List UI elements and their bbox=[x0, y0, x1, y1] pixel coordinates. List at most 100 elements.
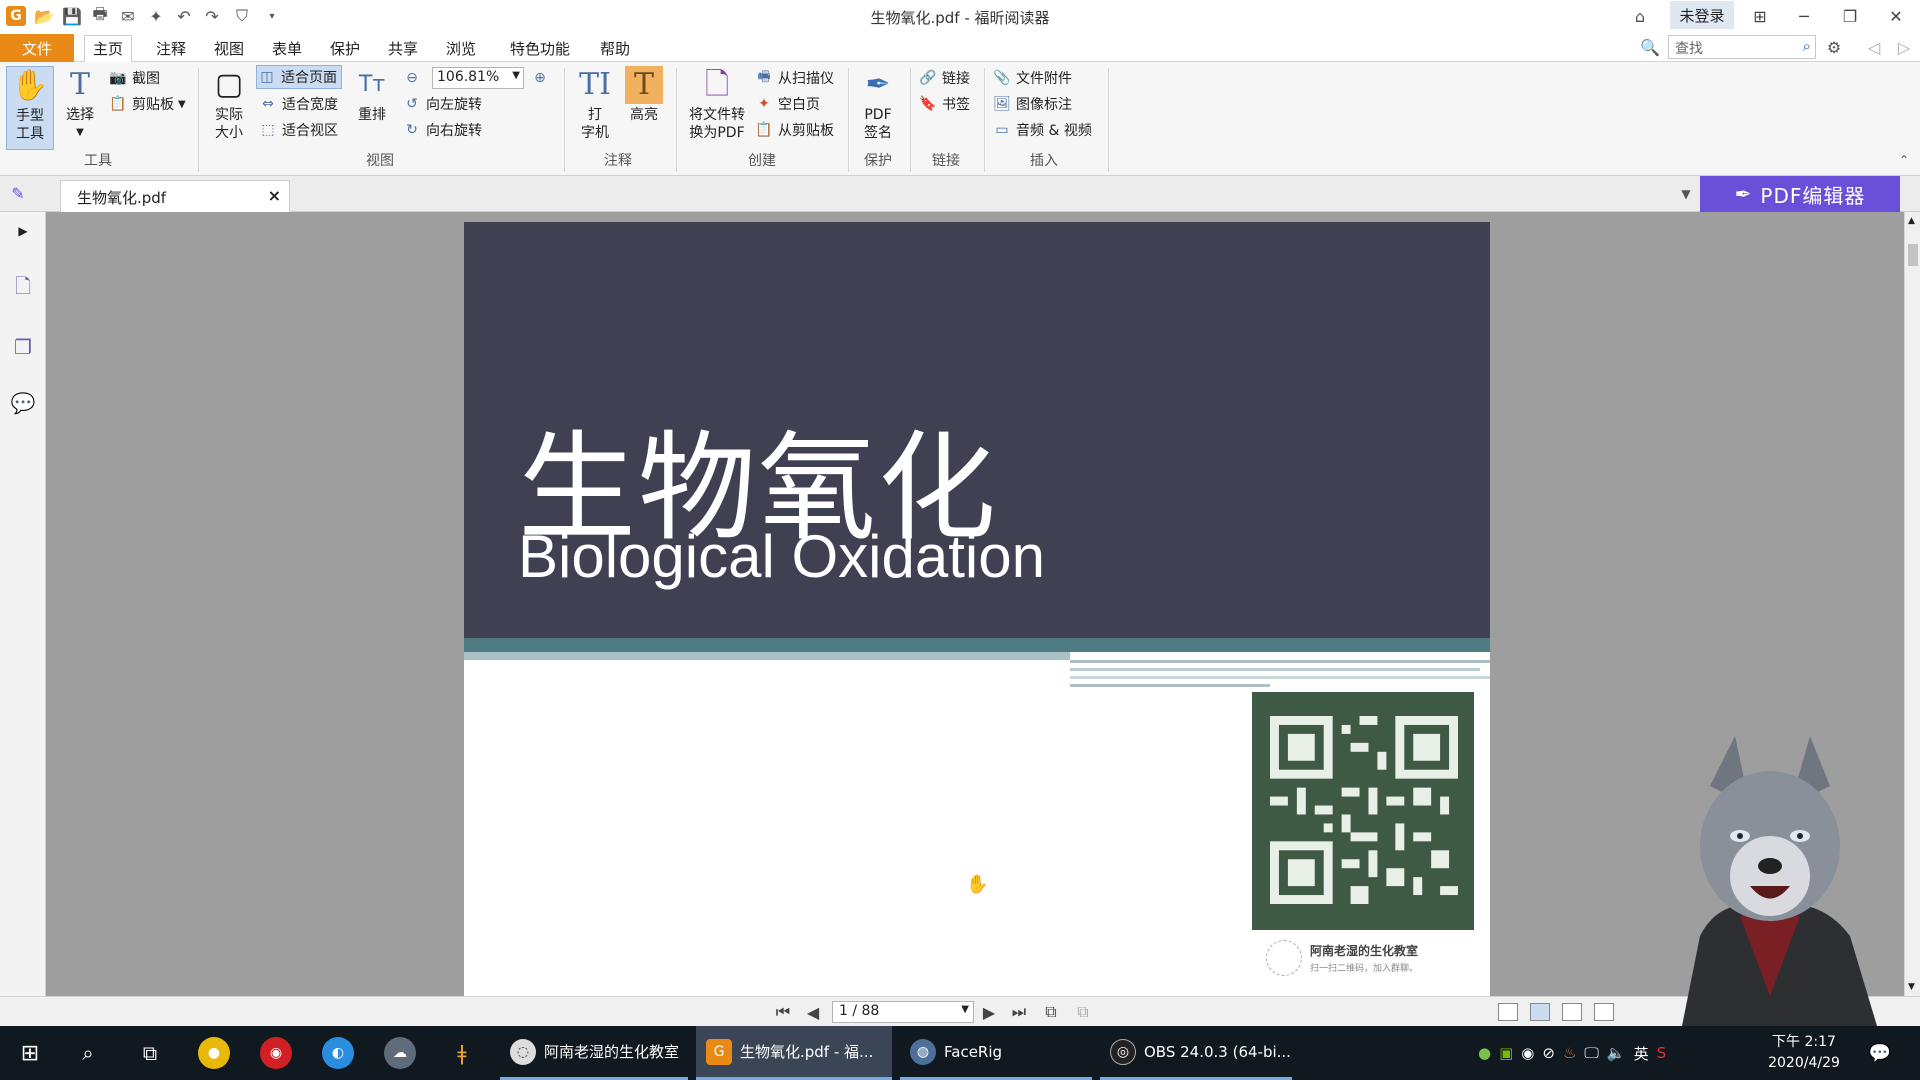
next-page-icon[interactable]: ▶ bbox=[978, 1001, 1000, 1023]
reflow-button[interactable]: Tт 重排 bbox=[352, 66, 392, 124]
sogou-ime-icon[interactable]: S bbox=[1657, 1044, 1667, 1062]
from-clipboard-button[interactable]: 📋 从剪贴板 bbox=[754, 118, 834, 142]
rotate-left-button[interactable]: ↺ 向左旋转 bbox=[402, 92, 482, 116]
taskbar-app-obs[interactable]: ◎ OBS 24.0.3 (64-bi... bbox=[1100, 1026, 1292, 1080]
steam-icon[interactable]: ◉ bbox=[1521, 1044, 1534, 1062]
notifications-icon[interactable]: 💬 bbox=[1864, 1037, 1896, 1069]
tab-view[interactable]: 视图 bbox=[206, 35, 252, 62]
network-icon[interactable]: 🖵 bbox=[1584, 1044, 1598, 1062]
collapse-ribbon-icon[interactable]: ⌃ bbox=[1894, 150, 1914, 170]
tab-list-dropdown-icon[interactable]: ▼ bbox=[1676, 184, 1696, 204]
back-icon[interactable]: ◁ bbox=[1864, 37, 1884, 57]
scroll-up-icon[interactable]: ▲ bbox=[1908, 216, 1915, 226]
continuous-facing-view-icon[interactable] bbox=[1594, 1003, 1614, 1021]
tray-app-icon[interactable]: ● bbox=[1478, 1044, 1491, 1062]
clipboard-button[interactable]: 📋 剪贴板 ▼ bbox=[108, 92, 185, 116]
from-scanner-button[interactable]: 🖷 从扫描仪 bbox=[754, 66, 834, 90]
search-icon[interactable]: ⌕ bbox=[72, 1037, 104, 1069]
zoom-select[interactable]: 106.81% ▼ bbox=[432, 67, 524, 89]
tab-browse[interactable]: 浏览 bbox=[438, 35, 484, 62]
app-icon[interactable]: ǂ bbox=[446, 1037, 478, 1069]
continuous-view-icon[interactable] bbox=[1530, 1003, 1550, 1021]
fit-visible-button[interactable]: ⬚ 适合视区 bbox=[258, 118, 338, 142]
previous-view-icon[interactable]: ⧉ bbox=[1040, 1001, 1062, 1023]
scroll-down-icon[interactable]: ▼ bbox=[1908, 982, 1915, 992]
tab-form[interactable]: 表单 bbox=[264, 35, 310, 62]
search-icon[interactable]: ⌕ bbox=[1803, 37, 1811, 55]
taskbar-clock[interactable]: 下午 2:17 2020/4/29 bbox=[1764, 1032, 1844, 1074]
tab-help[interactable]: 帮助 bbox=[592, 35, 638, 62]
login-button[interactable]: 未登录 bbox=[1670, 1, 1734, 29]
close-tab-icon[interactable]: × bbox=[268, 186, 281, 205]
facing-view-icon[interactable] bbox=[1562, 1003, 1582, 1021]
taskbar-app-foxit[interactable]: G 生物氧化.pdf - 福... bbox=[696, 1026, 892, 1080]
tray-app-icon[interactable]: ♨ bbox=[1563, 1044, 1576, 1062]
volume-icon[interactable]: 🔈 bbox=[1607, 1044, 1626, 1062]
audio-video-label: 音频 & 视频 bbox=[1016, 123, 1092, 139]
app-icon[interactable]: ☁ bbox=[384, 1037, 416, 1069]
fit-page-button[interactable]: ◫ 适合页面 bbox=[256, 65, 342, 89]
comments-panel-icon[interactable]: 💬 bbox=[10, 390, 36, 416]
expand-panel-icon[interactable]: ▶ bbox=[10, 218, 36, 244]
taskbar-app-facerig[interactable]: ◍ FaceRig bbox=[900, 1026, 1092, 1080]
task-view-icon[interactable]: ⧉ bbox=[134, 1037, 166, 1069]
netease-music-icon[interactable]: ◉ bbox=[260, 1037, 292, 1069]
nvidia-icon[interactable]: ▣ bbox=[1499, 1044, 1513, 1062]
vertical-scrollbar[interactable]: ▲ ▼ bbox=[1904, 212, 1920, 996]
actual-size-button[interactable]: ▢ 实际 大小 bbox=[208, 66, 250, 142]
edit-icon[interactable]: ✎ bbox=[8, 183, 28, 203]
tab-file[interactable]: 文件 bbox=[0, 34, 75, 62]
settings-icon[interactable]: ⚙ bbox=[1824, 37, 1844, 57]
image-annotation-button[interactable]: 🖼 图像标注 bbox=[992, 92, 1072, 116]
search-input[interactable]: 查找 ⌕ bbox=[1668, 35, 1816, 59]
taskbar-app-wechat-group[interactable]: ◌ 阿南老湿的生化教室 bbox=[500, 1026, 688, 1080]
share-icon[interactable]: ⌂ bbox=[1630, 6, 1650, 26]
forward-icon[interactable]: ▷ bbox=[1894, 37, 1914, 57]
find-options-icon[interactable]: 🔍 bbox=[1640, 37, 1660, 57]
file-attachment-button[interactable]: 📎 文件附件 bbox=[992, 66, 1072, 90]
screenshot-button[interactable]: 📷 截图 bbox=[108, 66, 160, 90]
group-label-create: 创建 bbox=[748, 153, 776, 169]
tab-share[interactable]: 共享 bbox=[380, 35, 426, 62]
bookmark-button[interactable]: 🔖 书签 bbox=[918, 92, 970, 116]
tab-home[interactable]: 主页 bbox=[84, 35, 133, 62]
last-page-icon[interactable]: ⏭ bbox=[1008, 1001, 1030, 1023]
document-view[interactable]: 生物氧化 Biological Oxidation 阿南老湿的生化教室 扫一扫二… bbox=[46, 212, 1904, 996]
browser-icon[interactable]: ◐ bbox=[322, 1037, 354, 1069]
zoom-out-button[interactable]: ⊖ bbox=[402, 66, 426, 90]
ime-indicator[interactable]: 英 bbox=[1634, 1043, 1649, 1064]
tab-comment[interactable]: 注释 bbox=[148, 35, 194, 62]
windows-start-icon[interactable]: ⊞ bbox=[14, 1037, 46, 1069]
blank-page-button[interactable]: ✦ 空白页 bbox=[754, 92, 820, 116]
previous-page-icon[interactable]: ◀ bbox=[802, 1001, 824, 1023]
minimize-button[interactable]: ─ bbox=[1786, 3, 1822, 29]
rotate-left-label: 向左旋转 bbox=[426, 97, 482, 113]
pdf-sign-button[interactable]: ✒ PDF 签名 bbox=[856, 66, 900, 142]
next-view-icon[interactable]: ⧉ bbox=[1072, 1001, 1094, 1023]
select-button[interactable]: T 选择 ▼ bbox=[60, 66, 100, 142]
typewriter-button[interactable]: TI 打 字机 bbox=[574, 66, 616, 142]
chrome-icon[interactable]: ● bbox=[198, 1037, 230, 1069]
layout-icon[interactable]: ⊞ bbox=[1742, 3, 1778, 29]
fit-width-button[interactable]: ⇔ 适合宽度 bbox=[258, 92, 338, 116]
single-page-view-icon[interactable] bbox=[1498, 1003, 1518, 1021]
link-button[interactable]: 🔗 链接 bbox=[918, 66, 970, 90]
page-number-input[interactable]: 1 / 88 ▼ bbox=[832, 1001, 974, 1023]
pages-panel-icon[interactable]: ❐ bbox=[10, 334, 36, 360]
convert-to-pdf-button[interactable]: 🗋 将文件转 换为PDF bbox=[684, 66, 750, 142]
rotate-right-button[interactable]: ↻ 向右旋转 bbox=[402, 118, 482, 142]
tray-app-icon[interactable]: ⊘ bbox=[1542, 1044, 1555, 1062]
tab-features[interactable]: 特色功能 bbox=[502, 35, 578, 62]
hand-tool-button[interactable]: ✋ 手型 工具 bbox=[6, 66, 54, 150]
restore-button[interactable]: ❐ bbox=[1832, 3, 1868, 29]
pdf-editor-button[interactable]: ✒ PDF编辑器 bbox=[1700, 176, 1900, 212]
bookmarks-panel-icon[interactable]: 🗋 bbox=[10, 274, 36, 302]
first-page-icon[interactable]: ⏮ bbox=[772, 1001, 794, 1023]
highlight-button[interactable]: T 高亮 bbox=[622, 66, 666, 124]
zoom-in-button[interactable]: ⊕ bbox=[530, 66, 554, 90]
scrollbar-thumb[interactable] bbox=[1908, 244, 1918, 266]
document-tab[interactable]: 生物氧化.pdf × bbox=[60, 180, 290, 212]
audio-video-button[interactable]: ▭ 音频 & 视频 bbox=[992, 118, 1092, 142]
close-button[interactable]: ✕ bbox=[1878, 3, 1914, 29]
tab-protect[interactable]: 保护 bbox=[322, 35, 368, 62]
